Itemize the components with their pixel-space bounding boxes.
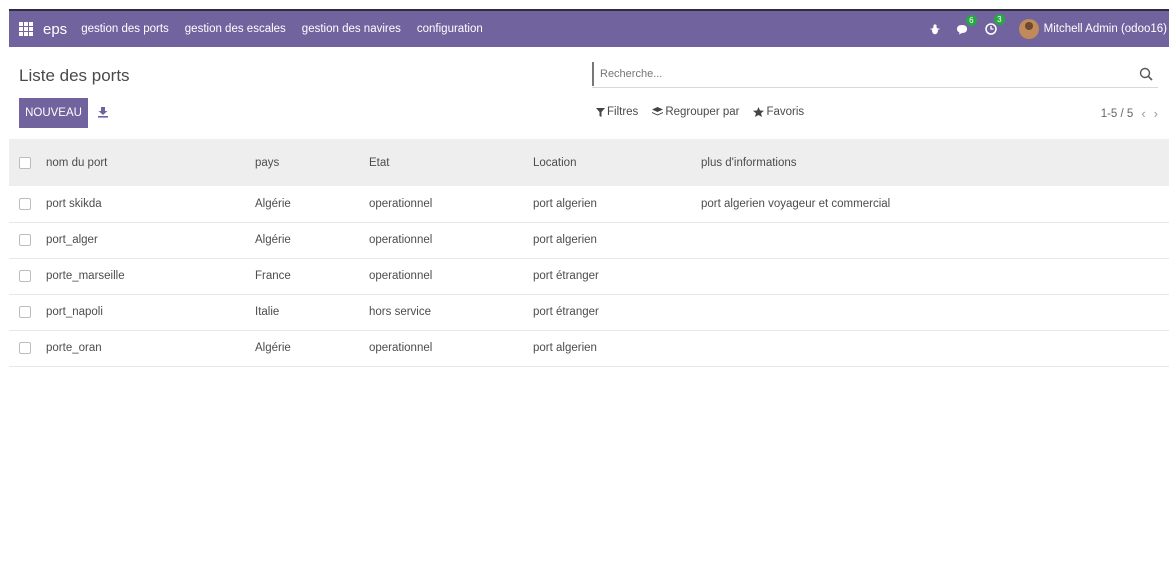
cell-state[interactable]: operationnel bbox=[369, 186, 533, 222]
cell-info[interactable]: port algerien voyageur et commercial bbox=[701, 186, 1169, 222]
cell-state[interactable]: operationnel bbox=[369, 330, 533, 366]
table-row[interactable]: port_napoli Italie hors service port étr… bbox=[9, 294, 1169, 330]
cell-state[interactable]: operationnel bbox=[369, 222, 533, 258]
cell-country[interactable]: Algérie bbox=[255, 330, 369, 366]
cell-country[interactable]: Algérie bbox=[255, 186, 369, 222]
filters-label: Filtres bbox=[607, 106, 639, 118]
row-checkbox[interactable] bbox=[19, 342, 31, 354]
favorites-toggle[interactable]: Favoris bbox=[753, 106, 804, 118]
top-navbar: eps gestion des ports gestion des escale… bbox=[9, 9, 1169, 47]
cell-port-name[interactable]: port_napoli bbox=[46, 294, 255, 330]
row-select-cell bbox=[9, 330, 46, 366]
search-options: Filtres Regrouper par Favoris bbox=[596, 106, 818, 118]
chevron-left-icon[interactable]: ‹ bbox=[1141, 106, 1145, 121]
row-checkbox[interactable] bbox=[19, 270, 31, 282]
bug-icon[interactable] bbox=[930, 23, 940, 35]
column-header-location[interactable]: Location bbox=[533, 139, 701, 186]
table-row[interactable]: porte_oran Algérie operationnel port alg… bbox=[9, 330, 1169, 366]
favorites-label: Favoris bbox=[766, 106, 805, 118]
cell-port-name[interactable]: port_alger bbox=[46, 222, 255, 258]
activities-badge: 3 bbox=[994, 14, 1005, 25]
table-row[interactable]: port_alger Algérie operationnel port alg… bbox=[9, 222, 1169, 258]
table-row[interactable]: porte_marseille France operationnel port… bbox=[9, 258, 1169, 294]
cell-location[interactable]: port algerien bbox=[533, 330, 701, 366]
messages-badge: 6 bbox=[966, 14, 977, 26]
row-select-cell bbox=[9, 294, 46, 330]
ports-table: nom du port pays Etat Location plus d'in… bbox=[9, 139, 1169, 367]
search-icon[interactable] bbox=[1138, 66, 1154, 82]
group-by-toggle[interactable]: Regrouper par bbox=[652, 106, 739, 118]
cell-state[interactable]: hors service bbox=[369, 294, 533, 330]
row-select-cell bbox=[9, 186, 46, 222]
cell-location[interactable]: port étranger bbox=[533, 294, 701, 330]
pager-value[interactable]: 1-5 / 5 bbox=[1101, 108, 1134, 120]
chevron-right-icon[interactable]: › bbox=[1154, 106, 1158, 121]
pager: 1-5 / 5 ‹ › bbox=[1101, 106, 1158, 121]
navbar-systray: 6 3 Mitchell Admin (odoo16) bbox=[914, 14, 1169, 39]
row-checkbox[interactable] bbox=[19, 234, 31, 246]
new-button[interactable]: Nouveau bbox=[19, 98, 88, 128]
layers-icon bbox=[652, 107, 664, 116]
search-bar bbox=[592, 62, 1158, 88]
cell-country[interactable]: Algérie bbox=[255, 222, 369, 258]
menu-gestion-ports[interactable]: gestion des ports bbox=[81, 23, 169, 35]
download-icon[interactable] bbox=[97, 106, 109, 118]
select-all-cell bbox=[9, 139, 46, 186]
app-brand[interactable]: eps bbox=[43, 21, 67, 38]
menu-gestion-navires[interactable]: gestion des navires bbox=[302, 23, 401, 35]
user-avatar[interactable] bbox=[1018, 19, 1039, 39]
star-icon bbox=[753, 107, 765, 117]
cell-port-name[interactable]: porte_marseille bbox=[46, 258, 255, 294]
row-select-cell bbox=[9, 222, 46, 258]
cell-info[interactable] bbox=[701, 294, 1169, 330]
column-header-state[interactable]: Etat bbox=[369, 139, 533, 186]
menu-gestion-escales[interactable]: gestion des escales bbox=[185, 23, 286, 35]
cell-location[interactable]: port étranger bbox=[533, 258, 701, 294]
user-menu-name[interactable]: Mitchell Admin (odoo16) bbox=[1044, 23, 1167, 35]
row-checkbox[interactable] bbox=[19, 197, 31, 210]
apps-grid-icon[interactable] bbox=[19, 22, 33, 36]
table-header-row: nom du port pays Etat Location plus d'in… bbox=[9, 139, 1169, 186]
cell-info[interactable] bbox=[701, 258, 1169, 294]
column-header-name[interactable]: nom du port bbox=[46, 139, 255, 186]
column-header-info[interactable]: plus d'informations bbox=[701, 139, 1169, 186]
filters-toggle[interactable]: Filtres bbox=[596, 106, 638, 118]
cell-info[interactable] bbox=[701, 222, 1169, 258]
window-top-border bbox=[0, 0, 1169, 8]
filter-icon bbox=[596, 107, 605, 117]
cell-location[interactable]: port algerien bbox=[533, 186, 701, 222]
cell-info[interactable] bbox=[701, 330, 1169, 366]
chat-icon[interactable]: 6 bbox=[956, 14, 977, 35]
select-all-checkbox[interactable] bbox=[19, 156, 31, 169]
cell-location[interactable]: port algerien bbox=[533, 222, 701, 258]
group-by-label: Regrouper par bbox=[665, 106, 740, 118]
cell-state[interactable]: operationnel bbox=[369, 258, 533, 294]
row-checkbox[interactable] bbox=[19, 306, 31, 318]
clock-icon[interactable]: 3 bbox=[984, 14, 1005, 35]
search-input[interactable] bbox=[592, 62, 1122, 86]
table-row[interactable]: port skikda Algérie operationnel port al… bbox=[9, 186, 1169, 222]
column-header-country[interactable]: pays bbox=[255, 139, 369, 186]
cell-country[interactable]: France bbox=[255, 258, 369, 294]
menu-configuration[interactable]: configuration bbox=[417, 23, 483, 35]
cell-port-name[interactable]: porte_oran bbox=[46, 330, 255, 366]
page-title: Liste des ports bbox=[19, 66, 130, 85]
cell-port-name[interactable]: port skikda bbox=[46, 186, 255, 222]
row-select-cell bbox=[9, 258, 46, 294]
cell-country[interactable]: Italie bbox=[255, 294, 369, 330]
